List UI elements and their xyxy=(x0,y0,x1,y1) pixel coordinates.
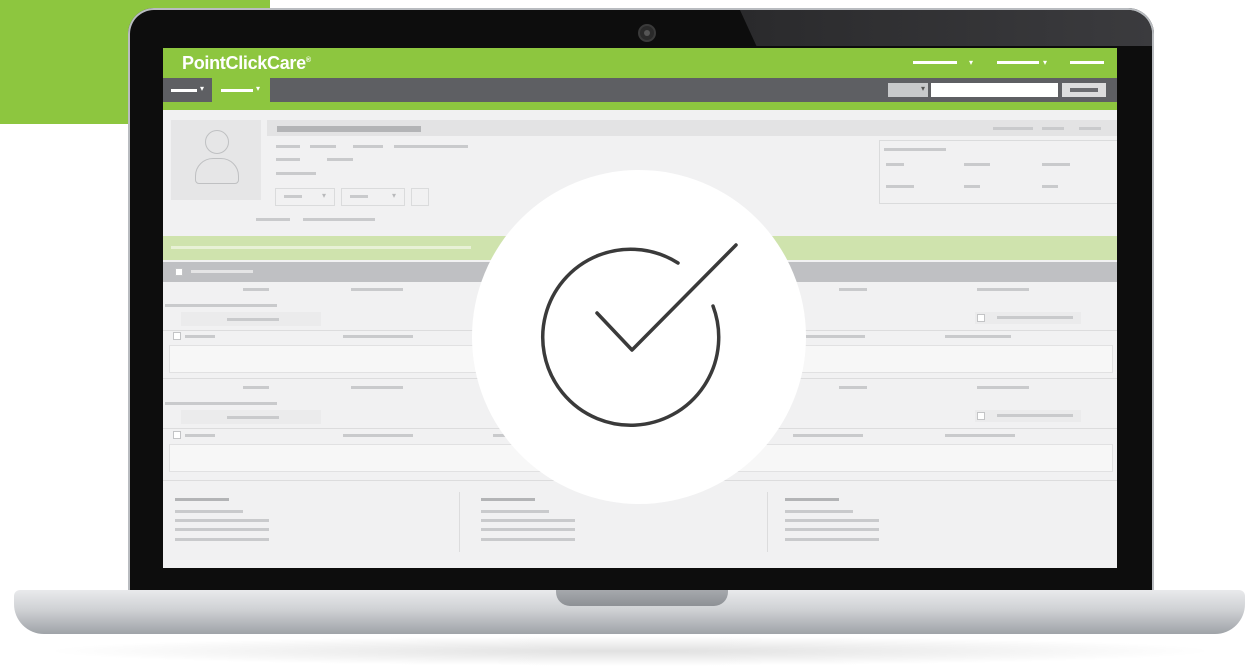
chevron-down-icon: ▾ xyxy=(322,191,327,200)
nav-accent-strip xyxy=(163,102,1117,110)
column-header xyxy=(243,386,269,389)
calendar-icon[interactable] xyxy=(411,188,429,206)
column-header xyxy=(351,288,403,291)
search-button[interactable] xyxy=(1062,83,1106,97)
tab-pill[interactable] xyxy=(975,312,1081,324)
resident-name-bar xyxy=(267,120,1117,136)
tab-pill[interactable] xyxy=(181,410,321,424)
group-label xyxy=(165,304,277,307)
avatar-body-icon xyxy=(195,158,239,184)
footer-line xyxy=(175,510,243,513)
checkmark-circle-icon xyxy=(540,243,738,427)
info-line xyxy=(276,145,300,148)
column-header xyxy=(351,386,403,389)
dropdown-1[interactable]: ▾ xyxy=(275,188,335,206)
chevron-down-icon: ▾ xyxy=(392,191,397,200)
header-menu-2[interactable] xyxy=(997,61,1039,64)
footer-line xyxy=(481,538,575,541)
resident-info-grid xyxy=(879,140,1117,204)
column-header xyxy=(839,386,867,389)
info-line xyxy=(327,158,353,161)
nav-tab-1[interactable]: ▾ xyxy=(163,78,211,102)
footer-line xyxy=(785,528,879,531)
nav-tab-2[interactable]: ▾ xyxy=(212,78,270,102)
footer-line xyxy=(481,528,575,531)
chevron-down-icon: ▾ xyxy=(200,84,205,93)
row-checkbox[interactable] xyxy=(173,332,181,340)
success-overlay xyxy=(472,170,806,504)
column-header xyxy=(977,288,1029,291)
dropdown-2[interactable]: ▾ xyxy=(341,188,405,206)
header-menu-3[interactable] xyxy=(1070,61,1104,64)
footer-line xyxy=(175,528,269,531)
app-header: PointClickCare® ▾ ▾ xyxy=(163,48,1117,78)
laptop-shadow xyxy=(40,636,1220,666)
footer-line xyxy=(785,538,879,541)
webcam-icon xyxy=(638,24,656,42)
footer-line xyxy=(785,510,853,513)
search-input[interactable] xyxy=(931,83,1058,97)
column-header xyxy=(977,386,1029,389)
table-cell xyxy=(343,434,413,437)
header-menu-1[interactable] xyxy=(913,61,957,64)
column-header xyxy=(243,288,269,291)
resident-photo xyxy=(171,120,261,200)
footer-line xyxy=(481,519,575,522)
chevron-down-icon: ▾ xyxy=(969,58,974,67)
row-checkbox[interactable] xyxy=(173,431,181,439)
avatar-head-icon xyxy=(205,130,229,154)
table-cell xyxy=(799,335,865,338)
footer-heading xyxy=(175,498,229,501)
chevron-down-icon: ▾ xyxy=(256,84,261,93)
info-line xyxy=(276,158,300,161)
info-line xyxy=(303,218,375,221)
info-line xyxy=(353,145,383,148)
info-line xyxy=(276,172,316,175)
footer-line xyxy=(481,510,549,513)
table-cell xyxy=(945,434,1015,437)
info-line xyxy=(256,218,290,221)
footer-line xyxy=(785,519,879,522)
info-line xyxy=(310,145,336,148)
main-nav: ▾ ▾ ▾ xyxy=(163,78,1117,102)
tab-pill[interactable] xyxy=(975,410,1081,422)
footer-line xyxy=(175,519,269,522)
tab-pill[interactable] xyxy=(181,312,321,326)
table-cell xyxy=(945,335,1011,338)
table-cell xyxy=(185,434,215,437)
column-header xyxy=(839,288,867,291)
laptop-hinge-notch xyxy=(556,590,728,606)
chevron-down-icon: ▾ xyxy=(920,84,925,93)
table-cell xyxy=(185,335,215,338)
table-cell xyxy=(343,335,413,338)
lid-glare xyxy=(740,10,1152,46)
info-line xyxy=(394,145,468,148)
search-scope-select[interactable]: ▾ xyxy=(888,83,928,97)
app-logo[interactable]: PointClickCare® xyxy=(182,53,311,74)
footer-line xyxy=(175,538,269,541)
group-label xyxy=(165,402,277,405)
chevron-down-icon: ▾ xyxy=(1043,58,1048,67)
